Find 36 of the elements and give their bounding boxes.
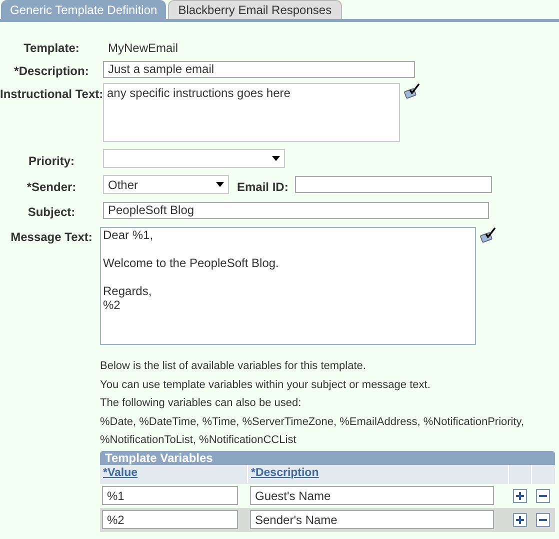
field-label: Priority: bbox=[28, 154, 74, 168]
field-label: *Sender: bbox=[26, 180, 76, 194]
add-row-icon[interactable] bbox=[512, 488, 526, 502]
grid-title: Template Variables bbox=[100, 450, 555, 464]
value-field[interactable]: %1 bbox=[102, 486, 238, 505]
delete-row-icon[interactable] bbox=[536, 512, 550, 526]
delete-row-icon[interactable] bbox=[536, 488, 550, 502]
spell-check-icon[interactable] bbox=[480, 227, 496, 243]
description-field[interactable]: Guest's Name bbox=[250, 486, 494, 505]
message-text-area[interactable]: Dear %1, Welcome to the PeopleSoft Blog. Regards, %2 bbox=[100, 227, 476, 345]
help-text: %Date, %DateTime, %Time, %ServerTimeZone, %EmailAddress, %NotificationPriority, bbox=[100, 414, 526, 430]
field-label: Email ID: bbox=[237, 180, 288, 194]
column-header-link[interactable]: *Description bbox=[247, 465, 508, 483]
add-row-icon[interactable] bbox=[512, 512, 526, 526]
dropdown[interactable]: Other bbox=[103, 175, 229, 194]
column-header-link[interactable]: *Value bbox=[100, 465, 247, 483]
dropdown-arrow-icon bbox=[272, 156, 280, 161]
email-id-field[interactable] bbox=[295, 176, 492, 193]
value-field[interactable]: %2 bbox=[102, 510, 238, 529]
help-text: You can use template variables within your subject or message text. bbox=[100, 378, 432, 392]
description-field[interactable]: Just a sample email bbox=[103, 60, 415, 78]
field-label: Instructional Text: bbox=[0, 87, 104, 101]
spell-check-icon[interactable] bbox=[404, 83, 420, 99]
description-field[interactable]: Sender's Name bbox=[250, 510, 494, 529]
field-label: Message Text: bbox=[10, 230, 92, 244]
tab[interactable]: Blackberry Email Responses bbox=[168, 0, 342, 19]
help-text: The following variables can also be used: bbox=[100, 396, 302, 411]
template-name: MyNewEmail bbox=[108, 40, 178, 57]
help-text: Below is the list of available variables for this template. bbox=[100, 359, 367, 374]
field-label: Template: bbox=[24, 41, 80, 55]
field-label: *Description: bbox=[14, 64, 89, 78]
dropdown-arrow-icon bbox=[216, 182, 224, 187]
help-text: %NotificationToList, %NotificationCCList bbox=[100, 433, 298, 448]
instructional-text-area[interactable]: any specific instructions goes here bbox=[103, 83, 400, 142]
subject-field[interactable]: PeopleSoft Blog bbox=[103, 202, 489, 218]
field-label: Subject: bbox=[28, 205, 76, 219]
